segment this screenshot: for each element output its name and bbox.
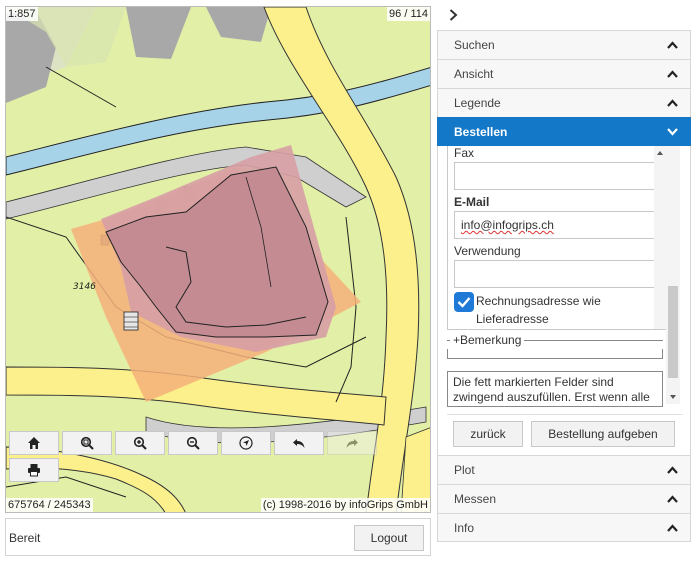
navigate-icon [239, 436, 253, 450]
zoom-extent-button[interactable] [62, 431, 112, 455]
scroll-up-icon [657, 151, 663, 155]
home-button[interactable] [9, 431, 59, 455]
section-label: Suchen [454, 38, 495, 52]
panel-collapse-button[interactable] [446, 6, 460, 24]
section-legende[interactable]: Legende [437, 88, 691, 117]
usage-label: Verwendung [454, 244, 521, 258]
parcel-number: 3146 [73, 282, 96, 292]
zoom-out-button[interactable] [168, 431, 218, 455]
map-copyright: (c) 1998-2016 by infoGrips GmbH [260, 498, 430, 512]
submit-order-button[interactable]: Bestellung aufgeben [531, 421, 675, 447]
section-label: Legende [454, 96, 501, 110]
navigate-button[interactable] [221, 431, 271, 455]
zoom-extent-icon [80, 436, 94, 450]
section-label: Plot [454, 463, 475, 477]
chevron-up-icon [667, 495, 678, 503]
zoom-in-button[interactable] [115, 431, 165, 455]
email-value: info@infogrips.ch [461, 218, 554, 232]
section-suchen[interactable]: Suchen [437, 30, 691, 59]
redo-button[interactable] [327, 431, 377, 455]
map-toolbar [9, 431, 377, 455]
chevron-right-icon [449, 9, 457, 21]
fax-field[interactable] [454, 162, 662, 190]
section-label: Messen [454, 492, 497, 506]
section-bestellen[interactable]: Bestellen [437, 117, 691, 146]
status-text: Bereit [9, 531, 41, 545]
email-field[interactable]: info@infogrips.ch [454, 211, 662, 239]
map-coordinates: 675764 / 245343 [6, 498, 93, 512]
email-label: E-Mail [454, 195, 490, 209]
section-label: Ansicht [454, 67, 494, 81]
chevron-up-icon [667, 70, 678, 78]
order-form-scroll[interactable]: Fax E-Mail info@infogrips.ch Verwendung … [447, 146, 667, 330]
logout-button[interactable]: Logout [354, 525, 424, 551]
form-buttons: zurück Bestellung aufgeben [447, 414, 683, 448]
panel-scrollbar[interactable] [666, 146, 680, 404]
status-bar: Bereit Logout [5, 518, 431, 556]
chevron-down-icon [667, 128, 678, 136]
billing-checkbox[interactable] [454, 292, 474, 312]
redo-icon [346, 439, 358, 448]
scrollbar-thumb[interactable] [668, 286, 678, 378]
order-form-panel: Fax E-Mail info@infogrips.ch Verwendung … [437, 146, 691, 455]
remark-legend[interactable]: +Bemerkung [450, 333, 525, 347]
print-icon [28, 464, 40, 477]
back-button[interactable]: zurück [453, 421, 523, 447]
chevron-up-icon [667, 41, 678, 49]
section-plot[interactable]: Plot [437, 455, 691, 484]
required-fields-note: Die fett markierten Felder sind zwingend… [447, 371, 663, 407]
fax-label: Fax [454, 146, 475, 160]
section-ansicht[interactable]: Ansicht [437, 59, 691, 88]
chevron-up-icon [667, 99, 678, 107]
map-scale: 1:857 [6, 7, 38, 21]
home-icon [28, 437, 40, 449]
map-page-count: 96 / 114 [387, 7, 430, 21]
section-info[interactable]: Info [437, 513, 691, 542]
zoom-out-icon [186, 436, 200, 450]
checkmark-icon [457, 297, 471, 308]
usage-field[interactable] [454, 260, 662, 288]
form-scrollbar[interactable] [654, 146, 666, 329]
section-label: Info [454, 520, 475, 535]
undo-icon [293, 439, 305, 448]
chevron-up-icon [667, 466, 678, 474]
billing-checkbox-label: Rechnungsadresse wie Lieferadresse [476, 294, 601, 326]
chevron-up-icon [667, 523, 678, 532]
print-button[interactable] [9, 458, 59, 482]
side-panel: Suchen Ansicht Legende Bestellen Fax E-M… [437, 30, 691, 542]
section-messen[interactable]: Messen [437, 484, 691, 513]
zoom-in-icon [133, 436, 147, 450]
section-label: Bestellen [454, 125, 508, 139]
map-view[interactable]: 3146 1:857 96 / 114 675764 / 245343 (c) … [5, 6, 431, 513]
remark-box [447, 349, 663, 359]
undo-button[interactable] [274, 431, 324, 455]
scroll-down-icon [670, 395, 676, 399]
